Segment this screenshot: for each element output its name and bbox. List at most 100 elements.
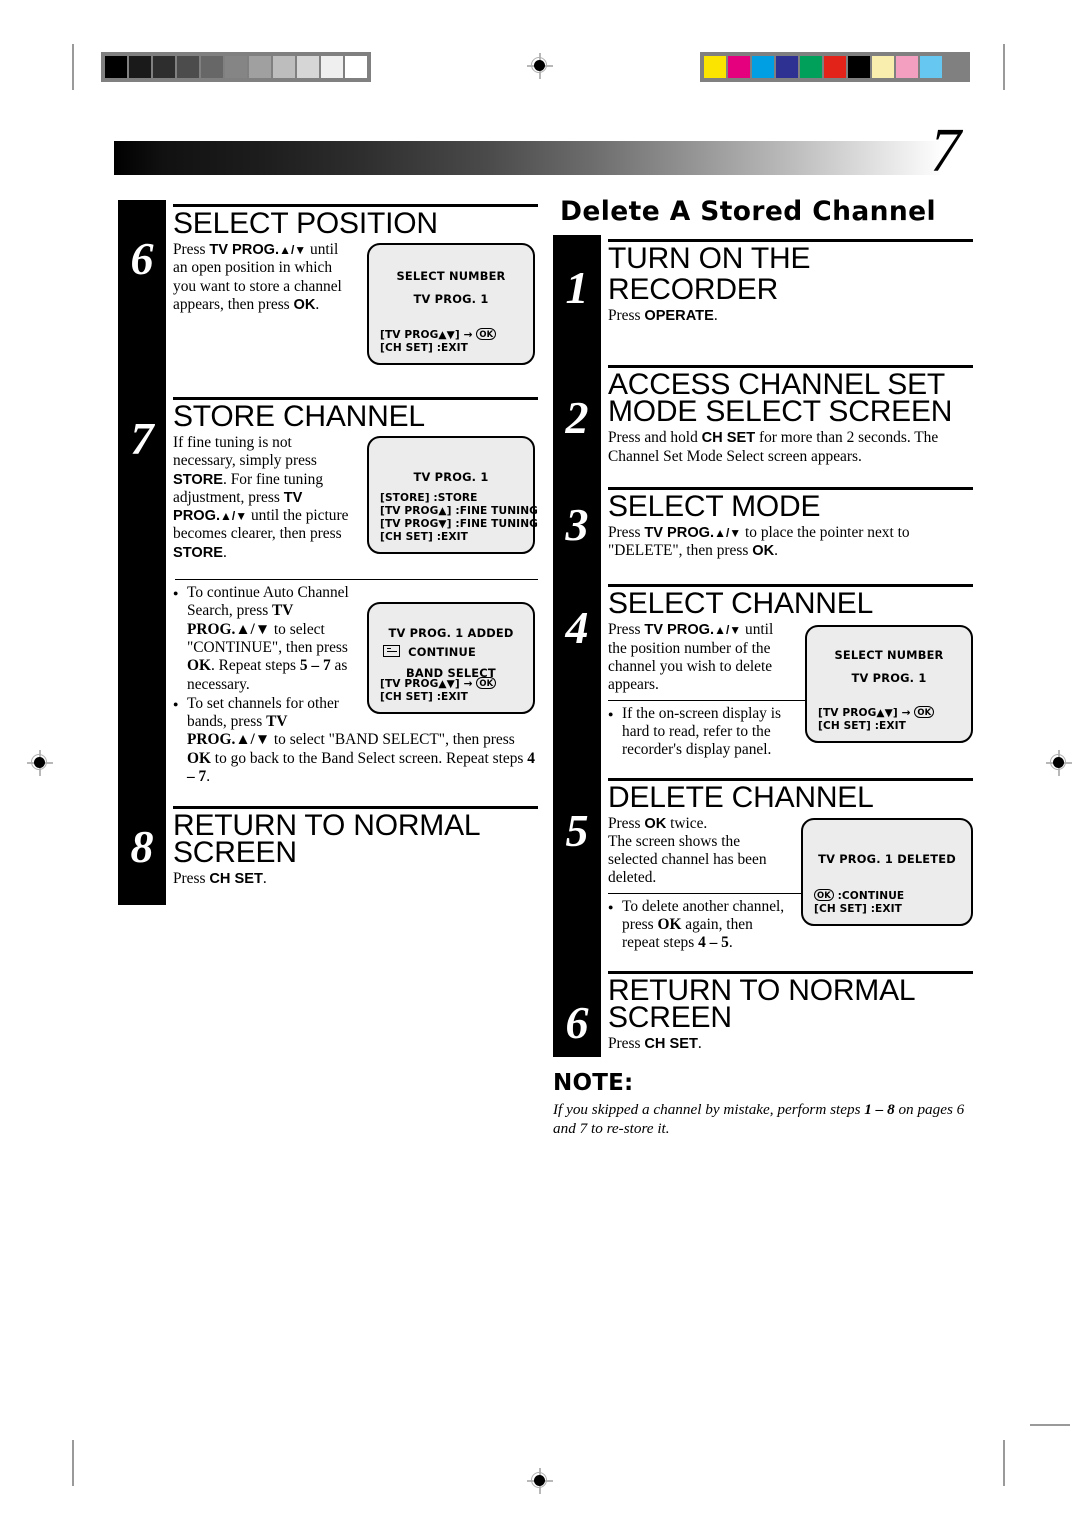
emphasis-text: OK bbox=[752, 543, 775, 560]
color-swatch bbox=[752, 56, 774, 78]
grayscale-swatch bbox=[345, 56, 367, 78]
grayscale-swatch bbox=[129, 56, 151, 78]
plain-text: If you skipped a channel by mistake, per… bbox=[553, 1101, 865, 1118]
note-bullet: If the on-screen display is hard to read… bbox=[608, 705, 806, 760]
plain-text: If the on-screen display is hard to read… bbox=[622, 704, 781, 759]
color-swatch bbox=[920, 56, 942, 78]
plain-text: to select "BAND SELECT", then press bbox=[270, 731, 515, 749]
plain-text: . bbox=[223, 543, 227, 561]
emphasis-text: OK bbox=[644, 815, 667, 832]
emphasis-text: STORE bbox=[173, 471, 224, 488]
emphasis-text: OPERATE bbox=[644, 308, 714, 324]
osd-footer-line-1: [TV PROG▲▼] → OK bbox=[380, 328, 497, 342]
ok-button-glyph: OK bbox=[476, 328, 497, 340]
grayscale-swatch bbox=[297, 56, 319, 78]
color-swatch bbox=[776, 56, 798, 78]
color-swatch bbox=[728, 56, 750, 78]
emphasis-text: 4 – 5 bbox=[698, 934, 729, 952]
note-bullet: To delete another channel, press OK agai… bbox=[608, 898, 806, 953]
emphasis-text: TV PROG. bbox=[644, 622, 715, 639]
plain-text: Press bbox=[608, 1034, 645, 1052]
plain-text: Press bbox=[173, 241, 210, 258]
step-heading: STORE CHANNEL bbox=[173, 400, 425, 433]
grayscale-swatch bbox=[321, 56, 343, 78]
osd-footer-line-2: [CH SET] :EXIT bbox=[380, 342, 469, 354]
registration-mark-top-center bbox=[527, 53, 553, 79]
step-heading: DELETE CHANNEL bbox=[608, 780, 874, 814]
step-select-position: SELECT POSITION SELECT NUMBER TV PROG. 1… bbox=[173, 200, 538, 369]
emphasis-text: CH SET bbox=[209, 871, 263, 888]
left-step-number-bar: 6 7 8 bbox=[118, 200, 166, 905]
header-gradient-bar bbox=[114, 141, 940, 175]
note-title: NOTE: bbox=[553, 1070, 634, 1096]
registration-mark-bottom-center bbox=[527, 1468, 553, 1494]
emphasis-text: STORE bbox=[173, 544, 224, 561]
crop-mark-bottom-left bbox=[72, 1440, 74, 1486]
left-column: 6 7 8 SELECT POSITION SELECT NUMBER TV P… bbox=[118, 200, 538, 905]
grayscale-swatch bbox=[177, 56, 199, 78]
plain-text: . bbox=[713, 307, 718, 324]
step-access-channel-set-mode: ACCESS CHANNEL SET MODE SELECT SCREEN Pr… bbox=[608, 361, 973, 466]
osd-title: SELECT NUMBER bbox=[396, 269, 506, 283]
plain-text: . bbox=[774, 542, 778, 560]
step-heading: TURN ON THE RECORDER bbox=[608, 242, 811, 306]
plain-text: Press bbox=[608, 621, 645, 639]
emphasis-text: ▲/▼ bbox=[235, 620, 271, 638]
plain-text: To continue Auto Channel Search, press bbox=[187, 584, 349, 620]
grayscale-swatch bbox=[201, 56, 223, 78]
grayscale-swatch bbox=[105, 56, 127, 78]
plain-text: . Repeat steps bbox=[210, 657, 300, 675]
color-swatch bbox=[896, 56, 918, 78]
emphasis-text: ▲/▼ bbox=[714, 525, 742, 540]
ok-button-glyph: OK bbox=[814, 888, 834, 901]
plain-text: The screen shows the selected channel ha… bbox=[608, 832, 767, 887]
emphasis-text: 1 – 8 bbox=[864, 1101, 895, 1118]
note-bullet: To continue Auto Channel Search, press T… bbox=[173, 584, 538, 694]
step-number-1: 1 bbox=[565, 262, 589, 313]
step-body-text: Press and hold CH SET for more than 2 se… bbox=[608, 429, 973, 466]
emphasis-text: ▲/▼ bbox=[220, 509, 248, 524]
grayscale-swatch bbox=[249, 56, 271, 78]
crop-mark-top-left bbox=[72, 44, 74, 90]
emphasis-text: OK bbox=[293, 296, 316, 313]
step-heading: SELECT POSITION bbox=[173, 207, 438, 240]
emphasis-text: TV PROG. bbox=[644, 524, 715, 541]
grayscale-calibration-bar bbox=[101, 52, 371, 82]
osd-footer: [TV PROG▲▼] → OK [CH SET] :EXIT bbox=[380, 328, 497, 355]
osd-line-1: TV PROG. 1 DELETED bbox=[818, 851, 956, 866]
note-bullet: To set channels for other bands, press T… bbox=[173, 695, 538, 786]
color-swatch bbox=[704, 56, 726, 78]
emphasis-text: CH SET bbox=[644, 1035, 698, 1052]
right-step-number-bar: 1 2 3 4 5 6 bbox=[553, 235, 601, 1057]
plain-text: If fine tuning is not necessary, simply … bbox=[173, 434, 317, 470]
step-delete-channel: DELETE CHANNEL TV PROG. 1 DELETED OK :CO… bbox=[608, 774, 973, 953]
plain-text: . bbox=[315, 295, 320, 313]
page-number: 7 bbox=[930, 117, 961, 185]
color-calibration-bar bbox=[700, 52, 970, 82]
step-select-channel: SELECT CHANNEL SELECT NUMBER TV PROG. 1 … bbox=[608, 580, 973, 759]
step-heading: SELECT MODE bbox=[608, 489, 821, 523]
registration-mark-right bbox=[1046, 750, 1072, 776]
color-swatch bbox=[824, 56, 846, 78]
plain-text: Press bbox=[608, 523, 645, 541]
ok-button-glyph: OK bbox=[914, 706, 935, 719]
emphasis-text: CH SET bbox=[701, 430, 756, 447]
plain-text: to go back to the Band Select screen. Re… bbox=[210, 749, 528, 767]
step-return-to-normal-screen: RETURN TO NORMAL SCREEN Press CH SET. bbox=[173, 802, 538, 888]
registration-mark-left bbox=[27, 750, 53, 776]
osd-title: SELECT NUMBER bbox=[834, 648, 944, 663]
grayscale-swatch bbox=[153, 56, 175, 78]
osd-line-1: TV PROG. 1 bbox=[851, 671, 927, 686]
plain-text: Press bbox=[608, 307, 645, 324]
note-body: If you skipped a channel by mistake, per… bbox=[553, 1101, 973, 1138]
auto-search-notes: TV PROG. 1 ADDED CONTINUE BAND SELECT [T… bbox=[173, 570, 538, 786]
note-divider bbox=[608, 699, 806, 701]
osd-footer-line-1: [STORE] :STORE bbox=[380, 492, 478, 504]
store-channel-screen: TV PROG. 1 [STORE] :STORE [TV PROG▲] :FI… bbox=[367, 436, 538, 554]
osd-footer: [TV PROG▲▼] → OK [CH SET] :EXIT bbox=[818, 706, 935, 733]
plain-text: . bbox=[728, 934, 733, 952]
right-step-group: 1 2 3 4 5 6 TURN ON THE RECORDER Press O… bbox=[553, 235, 973, 1057]
step-number-8: 8 bbox=[130, 821, 154, 872]
note-divider bbox=[608, 892, 806, 894]
step-heading-line-2: MODE SELECT SCREEN bbox=[608, 395, 953, 429]
